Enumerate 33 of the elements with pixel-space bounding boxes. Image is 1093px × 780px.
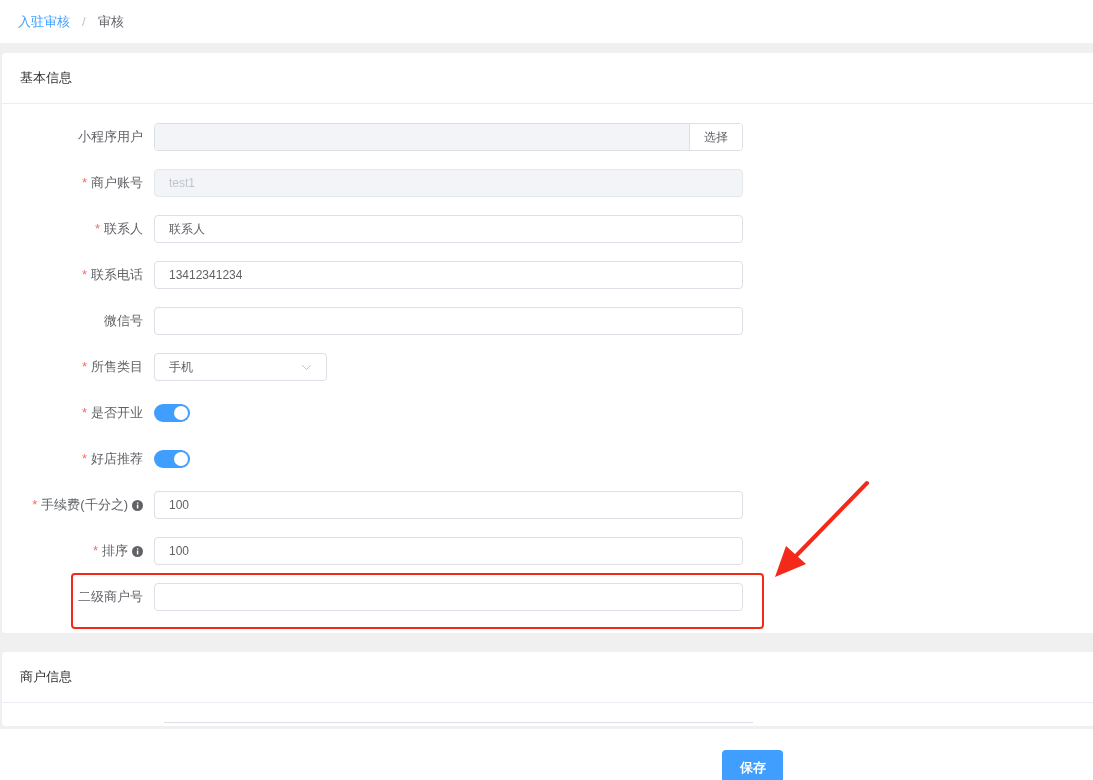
required-asterisk: * bbox=[32, 496, 38, 515]
required-asterisk: * bbox=[81, 266, 87, 285]
field-label: 是否开业 bbox=[91, 404, 143, 423]
breadcrumb-separator: / bbox=[82, 12, 86, 31]
field-label: 手续费(千分之) bbox=[41, 496, 128, 515]
section-title: 商户信息 bbox=[20, 668, 72, 687]
field-label: 二级商户号 bbox=[78, 588, 143, 607]
field-label: 商户账号 bbox=[91, 174, 143, 193]
field-label: 所售类目 bbox=[91, 358, 143, 377]
field-label: 好店推荐 bbox=[91, 450, 143, 469]
toggle-switch[interactable] bbox=[154, 450, 190, 468]
required-asterisk: * bbox=[81, 404, 87, 423]
text-field[interactable] bbox=[154, 583, 743, 611]
field-label: 联系电话 bbox=[91, 266, 143, 285]
text-field[interactable]: 100 bbox=[154, 537, 743, 565]
text-field[interactable] bbox=[154, 307, 743, 335]
required-asterisk: * bbox=[81, 174, 87, 193]
field-label: 微信号 bbox=[104, 312, 143, 331]
field-label: 小程序用户 bbox=[78, 128, 143, 147]
text-field[interactable]: 100 bbox=[154, 491, 743, 519]
category-select[interactable]: 手机 bbox=[154, 353, 327, 381]
chevron-down-icon bbox=[301, 363, 312, 371]
required-asterisk: * bbox=[94, 220, 100, 239]
text-field[interactable]: 13412341234 bbox=[154, 261, 743, 289]
field-label: 排序 bbox=[102, 542, 128, 561]
toggle-switch[interactable] bbox=[154, 404, 190, 422]
required-asterisk: * bbox=[81, 358, 87, 377]
required-asterisk: * bbox=[92, 542, 98, 561]
section-title: 基本信息 bbox=[20, 69, 72, 88]
text-field[interactable]: 联系人 bbox=[154, 215, 743, 243]
field-label: 联系人 bbox=[104, 220, 143, 239]
breadcrumb-current: 审核 bbox=[97, 12, 124, 31]
required-asterisk: * bbox=[81, 450, 87, 469]
